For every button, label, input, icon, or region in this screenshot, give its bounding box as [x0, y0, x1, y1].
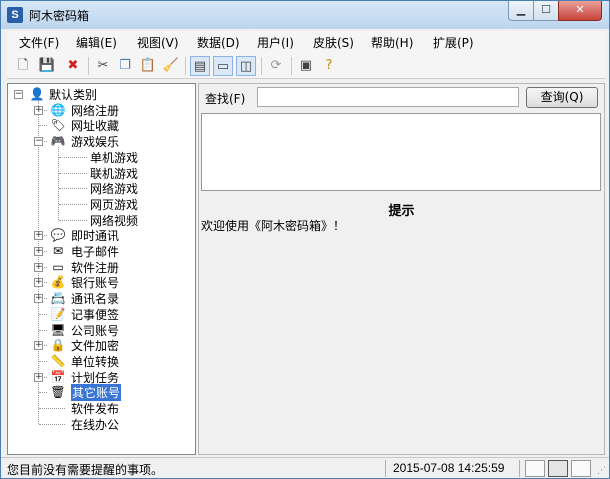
mail-icon: ✉	[52, 244, 64, 258]
tree-item[interactable]: 记事便签	[71, 306, 119, 323]
detail-panel: 查找(F) 查询(Q) 提示 欢迎使用《阿木密码箱》！	[198, 83, 605, 455]
minimize-button[interactable]: ▁	[508, 1, 534, 21]
window-icon[interactable]: ▣	[296, 56, 316, 76]
menu-file[interactable]: 文件(F)	[19, 34, 59, 51]
trash-icon: 🗑	[50, 385, 66, 400]
tree-item[interactable]: 网络注册	[71, 102, 119, 119]
tree-expander[interactable]: +	[34, 341, 43, 351]
menu-skin[interactable]: 皮肤(S)	[313, 34, 354, 51]
menu-user[interactable]: 用户(I)	[257, 34, 294, 51]
tree-item[interactable]: 电子邮件	[71, 243, 119, 260]
menu-data[interactable]: 数据(D)	[197, 34, 240, 51]
tree-expander[interactable]: +	[34, 278, 43, 288]
view-list-icon[interactable]: ▤	[190, 56, 210, 76]
tree-item[interactable]: 网址收藏	[71, 117, 119, 134]
window-title: 阿木密码箱	[29, 9, 90, 23]
note-icon: 📝	[50, 306, 66, 321]
tree-subitem[interactable]: 网页游戏	[90, 196, 138, 213]
view-split-icon[interactable]: ▭	[213, 56, 233, 76]
search-input[interactable]	[257, 87, 519, 107]
monitor-icon: 🖥	[50, 322, 66, 337]
app-window: S 阿木密码箱 ▁ ☐ ✕ 文件(F) 编辑(E) 视图(V) 数据(D) 用户…	[0, 0, 610, 479]
tree-item[interactable]: 在线办公	[71, 416, 119, 433]
results-list[interactable]	[201, 113, 601, 191]
tree-item[interactable]: 即时通讯	[71, 227, 119, 244]
app-logo-icon: S	[7, 7, 23, 23]
tree-item[interactable]: 文件加密	[71, 337, 119, 354]
globe-icon: 🌐	[50, 102, 66, 117]
tree-root-label[interactable]: 默认类别	[49, 86, 97, 103]
new-file-icon[interactable]: 🗋	[13, 56, 33, 76]
resize-grip-icon[interactable]: ⋰	[597, 466, 607, 476]
tree-item[interactable]: 银行账号	[71, 274, 119, 291]
paste-icon[interactable]: 📋	[138, 56, 158, 76]
close-button[interactable]: ✕	[558, 1, 602, 21]
software-icon: ▭	[52, 259, 64, 274]
status-message: 您目前没有需要提醒的事项。	[7, 463, 164, 477]
tree-expander[interactable]: +	[34, 372, 43, 382]
tree-expander[interactable]: +	[34, 231, 43, 241]
money-bag-icon: 💰	[50, 275, 66, 290]
tree-item[interactable]: 游戏娱乐	[71, 133, 119, 150]
cut-icon[interactable]: ✂	[93, 56, 113, 76]
calendar-icon: 📅	[50, 369, 66, 384]
tree-item[interactable]: 单位转换	[71, 353, 119, 370]
tree-expander[interactable]: +	[34, 262, 43, 272]
tree-root-expander[interactable]: −	[14, 90, 23, 99]
lock-icon: 🔒	[50, 338, 66, 353]
tree-expander[interactable]: +	[34, 247, 43, 256]
copy-icon[interactable]: ❐	[115, 56, 135, 76]
refresh-icon[interactable]: ⟳	[266, 56, 286, 76]
tree-subitem[interactable]: 单机游戏	[90, 149, 138, 166]
status-bar: 您目前没有需要提醒的事项。 2015-07-08 14:25:59 ⋰	[1, 457, 609, 478]
tip-text: 欢迎使用《阿木密码箱》！	[201, 219, 346, 233]
tree-item[interactable]: 软件发布	[71, 400, 119, 417]
tree-subitem[interactable]: 网络游戏	[90, 180, 138, 197]
tree-expander[interactable]: −	[34, 137, 43, 147]
menu-edit[interactable]: 编辑(E)	[76, 34, 117, 51]
search-button[interactable]: 查询(Q)	[526, 87, 598, 108]
status-datetime: 2015-07-08 14:25:59	[393, 461, 505, 475]
delete-icon[interactable]: ✖	[63, 56, 83, 76]
root-category-icon: 👤	[29, 87, 45, 101]
layout-preview-button[interactable]	[571, 460, 591, 477]
help-icon[interactable]: ?	[319, 56, 339, 76]
clear-icon[interactable]: 🧹	[161, 56, 181, 76]
tree-expander[interactable]: +	[34, 294, 43, 304]
tree-subitem[interactable]: 联机游戏	[90, 165, 138, 182]
menu-extend[interactable]: 扩展(P)	[433, 34, 474, 51]
ruler-icon: 📏	[50, 353, 66, 368]
toolbar: 🗋 💾 ✖ ✂ ❐ 📋 🧹 ▤ ▭ ◫ ⟳ ▣ ?	[7, 53, 605, 79]
search-label: 查找(F)	[205, 92, 246, 106]
category-tree[interactable]: − 👤 默认类别 + 🌐 网络注册 🏷 网址收藏 − 🎮 游戏娱乐 单机游戏 联机游戏 网络游戏 网页游戏网…	[7, 83, 196, 455]
tree-item[interactable]: 通讯名录	[71, 290, 119, 307]
tree-item[interactable]: 计划任务	[71, 369, 119, 386]
contacts-icon: 📇	[50, 291, 66, 306]
layout-split-button[interactable]	[548, 460, 568, 477]
chat-icon: 💬	[50, 228, 66, 243]
layout-single-button[interactable]	[525, 460, 545, 477]
view-detail-icon[interactable]: ◫	[236, 56, 256, 76]
title-bar[interactable]: S 阿木密码箱 ▁ ☐ ✕	[1, 1, 609, 29]
tree-item[interactable]: 公司账号	[71, 322, 119, 339]
tree-subitem[interactable]: 网络视频	[90, 212, 138, 229]
menu-help[interactable]: 帮助(H)	[371, 34, 413, 51]
menu-view[interactable]: 视图(V)	[137, 34, 179, 51]
tree-item[interactable]: 软件注册	[71, 259, 119, 276]
menu-bar: 文件(F) 编辑(E) 视图(V) 数据(D) 用户(I) 皮肤(S) 帮助(H…	[7, 31, 605, 53]
tree-item[interactable]: 其它账号	[71, 384, 122, 402]
save-icon[interactable]: 💾	[37, 56, 57, 76]
tag-icon: 🏷	[50, 118, 66, 133]
maximize-button[interactable]: ☐	[533, 1, 559, 21]
tree-expander[interactable]: +	[34, 105, 43, 115]
